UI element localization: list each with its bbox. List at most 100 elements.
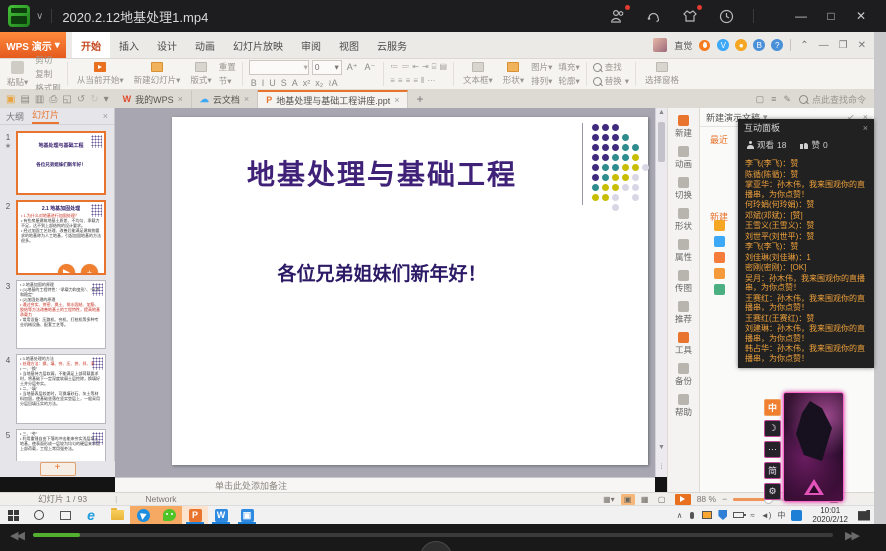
print-icon[interactable]: ⎙	[49, 94, 57, 105]
slide-thumbnail[interactable]: • 2.地基加固的原理 • (1)地基的工程特性：“承载力和变形”、“抗渗和稳定”…	[16, 280, 106, 349]
tab-slides[interactable]: 幻灯片	[32, 108, 60, 124]
file-explorer-icon[interactable]	[104, 506, 130, 524]
document-tab[interactable]: P 地基处理与基础工程讲座.ppt ×	[258, 90, 409, 108]
list-indent-icon[interactable]: ⇥	[422, 62, 429, 72]
side-tool-备份[interactable]: 备份	[668, 363, 699, 387]
side-tool-新建[interactable]: 新建	[668, 115, 699, 139]
slide-thumbnail[interactable]: 地基处理与基础工程 各位兄弟姐妹们新年好！	[16, 131, 106, 195]
side-tool-动画[interactable]: 动画	[668, 146, 699, 170]
list-indent-icon[interactable]: ▤	[439, 62, 447, 72]
align-icon[interactable]: ≡	[406, 76, 411, 86]
save-icon[interactable]: ▤	[20, 94, 29, 105]
notes-bar[interactable]: 单击此处添加备注	[115, 477, 655, 492]
align-icon[interactable]: ≡	[390, 76, 395, 86]
arrange-button[interactable]: 排列▾	[531, 75, 552, 87]
display-tray-icon[interactable]	[702, 511, 713, 519]
menu-tab-审阅[interactable]: 审阅	[292, 32, 330, 58]
menu-tab-开始[interactable]: 开始	[72, 32, 110, 58]
skin-icon[interactable]	[681, 5, 702, 25]
align-icon[interactable]: ⫴	[421, 76, 424, 86]
document-tab-close-button[interactable]: ×	[244, 94, 249, 104]
list-indent-icon[interactable]: ⌸	[432, 62, 437, 72]
picture-button[interactable]: 图片▾	[531, 61, 552, 73]
section-button[interactable]: 节▾	[219, 75, 236, 87]
wechat-icon[interactable]	[156, 506, 182, 524]
ime-settings-key[interactable]: ⚙	[764, 483, 781, 500]
microphone-tray-icon[interactable]	[690, 511, 695, 519]
document-tab-close-button[interactable]: ×	[178, 94, 183, 104]
view-dropdown-button[interactable]: ▦▾	[603, 495, 615, 504]
preview-icon[interactable]: ◱	[62, 94, 71, 105]
edit-icon[interactable]: ✎	[783, 94, 791, 105]
find-button[interactable]: 查找	[592, 61, 629, 73]
seek-bar[interactable]	[33, 533, 833, 537]
action-center-button[interactable]	[858, 509, 870, 521]
slideshow-play-button[interactable]	[674, 493, 691, 505]
font-style-button-x²[interactable]: x²	[301, 78, 313, 89]
replace-button[interactable]: 替换 ▾	[592, 75, 629, 87]
more-icon[interactable]: ▾	[104, 94, 109, 105]
paste-button[interactable]: 粘贴▾	[4, 60, 31, 88]
document-tab[interactable]: W 我的WPS ×	[115, 90, 192, 108]
fast-forward-button[interactable]: ▶▶	[845, 529, 860, 542]
player-logo-icon[interactable]	[8, 5, 30, 27]
headset-icon[interactable]	[645, 7, 663, 25]
view-mode-button-1[interactable]: ▦	[638, 494, 652, 505]
presenter-app-icon[interactable]	[130, 506, 156, 524]
template-icon[interactable]	[714, 268, 725, 279]
clock-icon[interactable]	[717, 7, 735, 25]
undo-icon[interactable]: ↺	[77, 94, 85, 105]
open-icon[interactable]: ▣	[6, 94, 15, 105]
font-style-button-A[interactable]: A	[290, 78, 300, 89]
play-from-slide-button[interactable]: ▶	[58, 264, 75, 273]
slide-thumbnail[interactable]: • 3.地基处理的方法 • 处理方法：换、填、夯、压、挤、拌、灌 • 一、“换” • …	[16, 354, 106, 424]
font-style-button-B[interactable]: B	[249, 78, 259, 89]
message-icon[interactable]: B	[753, 39, 766, 51]
ribbon-collapse-button[interactable]: ⌃	[800, 40, 808, 51]
slide-title[interactable]: 地基处理与基础工程	[172, 153, 592, 193]
add-slide-button[interactable]: +	[39, 462, 76, 476]
play-from-current-button[interactable]: 从当前开始▾	[74, 62, 127, 86]
ime-punct-key[interactable]: ☽	[764, 420, 781, 437]
copy-button[interactable]: 复制	[35, 68, 61, 80]
tab-outline[interactable]: 大纲	[6, 110, 24, 123]
font-style-button-≀A[interactable]: ≀A	[326, 78, 339, 89]
taskbar-clock[interactable]: 10:01 2020/2/12	[808, 506, 852, 524]
list-indent-icon[interactable]: ≕	[401, 62, 409, 72]
side-tool-推荐[interactable]: 推荐	[668, 301, 699, 325]
cortana-button[interactable]	[26, 506, 52, 524]
side-tool-帮助[interactable]: 帮助	[668, 394, 699, 418]
redo-icon[interactable]: ↻	[90, 94, 98, 105]
slide-thumbnail[interactable]: • 三、“夯” • 利用重锤自由下落的冲击能来夯实浅层填土地基，使表面形成一层较为…	[16, 429, 106, 461]
player-logo-menu-chevron-icon[interactable]: ∨	[36, 11, 43, 22]
shapes-button[interactable]: 形状▾	[500, 62, 527, 86]
document-tab[interactable]: ☁ 云文档 ×	[192, 90, 259, 108]
new-slide-button[interactable]: 新建幻灯片▾	[131, 62, 184, 86]
help-icon[interactable]: ?	[771, 39, 784, 51]
docs-app-icon[interactable]: W	[208, 506, 234, 524]
template-icon[interactable]	[714, 236, 725, 247]
ime-symbol-key[interactable]: ⋯	[764, 441, 781, 458]
list-indent-icon[interactable]: ≔	[390, 62, 398, 72]
wps-minimize-button[interactable]: —	[819, 40, 829, 51]
template-icon[interactable]	[714, 252, 725, 263]
template-icon[interactable]	[714, 284, 725, 295]
battery-tray-icon[interactable]	[733, 512, 747, 518]
shrink-font-button[interactable]: A⁻	[362, 62, 377, 73]
menu-tab-设计[interactable]: 设计	[148, 32, 186, 58]
side-tool-切换[interactable]: 切换	[668, 177, 699, 201]
font-family-select[interactable]: ▾	[248, 59, 309, 75]
reset-button[interactable]: 重置	[219, 61, 236, 73]
edge-icon[interactable]: e	[78, 506, 104, 524]
start-button[interactable]	[0, 506, 26, 524]
view-mode-button-0[interactable]: ▣	[620, 493, 635, 505]
player-minimize-button[interactable]: —	[786, 4, 816, 28]
menu-tab-视图[interactable]: 视图	[330, 32, 368, 58]
selection-pane-button[interactable]: 选择窗格	[642, 62, 682, 86]
output-icon[interactable]: ▥	[35, 94, 44, 105]
side-tool-传图[interactable]: 传图	[668, 270, 699, 294]
fill-button[interactable]: 填充▾	[558, 61, 579, 73]
insert-slide-button[interactable]: +	[81, 264, 98, 273]
docer-icon[interactable]: ●	[735, 39, 748, 51]
app-tray-icon[interactable]	[791, 509, 803, 521]
